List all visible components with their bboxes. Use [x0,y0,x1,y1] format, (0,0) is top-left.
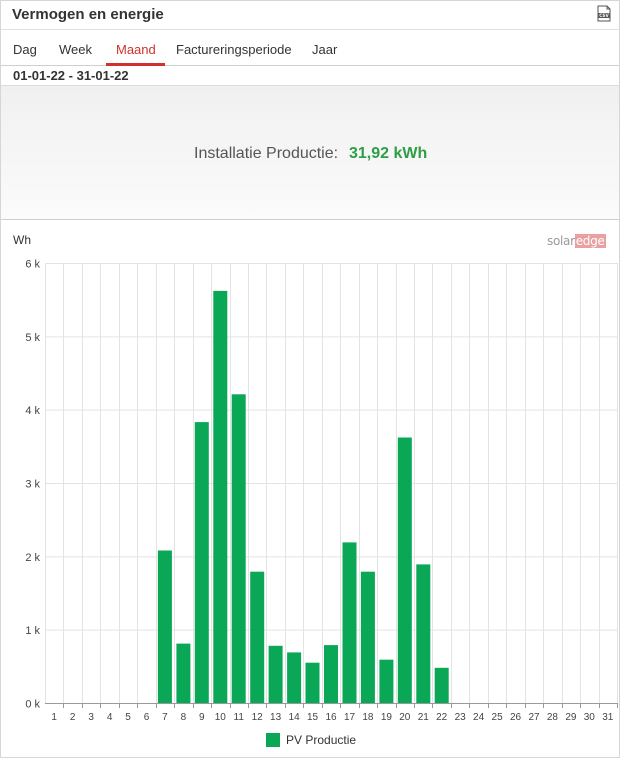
bar-day-7 [157,550,172,703]
x-tick-label: 3 [88,712,94,723]
bar-day-13 [268,645,283,703]
x-tick-label: 30 [584,712,596,723]
bar-day-17 [342,542,357,703]
x-tick-label: 17 [344,712,356,723]
x-tick-label: 14 [289,712,301,723]
x-tick-label: 23 [455,712,467,723]
x-tick-label: 11 [234,712,245,723]
x-tick-label: 13 [270,712,282,723]
bar-day-20 [397,437,412,703]
y-tick-label: 4 k [25,405,40,417]
x-tick-label: 4 [107,712,113,723]
y-tick-label: 6 k [25,259,40,271]
bar-day-12 [250,571,265,703]
bar-day-19 [379,659,394,703]
x-tick-label: 8 [181,712,187,723]
x-tick-label: 18 [362,712,374,723]
x-tick-label: 26 [510,712,522,723]
x-tick-label: 9 [199,712,205,723]
x-tick-label: 31 [602,712,614,723]
y-tick-label: 0 k [25,699,40,711]
x-tick-label: 21 [418,712,430,723]
y-tick-label: 3 k [25,479,40,491]
x-tick-label: 25 [492,712,504,723]
bar-day-15 [305,662,320,703]
bar-day-11 [231,394,246,703]
bar-day-8 [176,643,191,703]
x-tick-label: 27 [528,712,540,723]
x-tick-label: 6 [144,712,150,723]
bar-day-21 [416,564,431,703]
y-tick-label: 1 k [25,625,40,637]
x-tick-label: 7 [162,712,168,723]
x-tick-label: 15 [307,712,319,723]
x-tick-label: 5 [125,712,131,723]
x-tick-label: 12 [252,712,264,723]
bar-day-9 [194,422,209,703]
bar-day-18 [360,571,375,703]
x-tick-label: 29 [565,712,577,723]
x-tick-label: 24 [473,712,485,723]
y-tick-label: 5 k [25,332,40,344]
x-tick-label: 20 [399,712,411,723]
production-bar-chart: 0 k1 k2 k3 k4 k5 k6 k1 2 3 4 5 6 7 8 9 10 11 12 13 14… [25,259,618,723]
bar-day-16 [324,645,338,703]
x-tick-label: 19 [381,712,393,723]
x-tick-label: 28 [547,712,559,723]
bar-day-10 [213,290,228,703]
x-tick-label: 22 [436,712,448,723]
bar-day-22 [434,667,449,703]
x-tick-label: 1 [51,712,57,723]
x-tick-label: 16 [325,712,337,723]
x-tick-label: 10 [215,712,227,723]
y-tick-label: 2 k [25,552,40,564]
x-tick-label: 2 [70,712,76,723]
bar-day-14 [287,652,302,703]
